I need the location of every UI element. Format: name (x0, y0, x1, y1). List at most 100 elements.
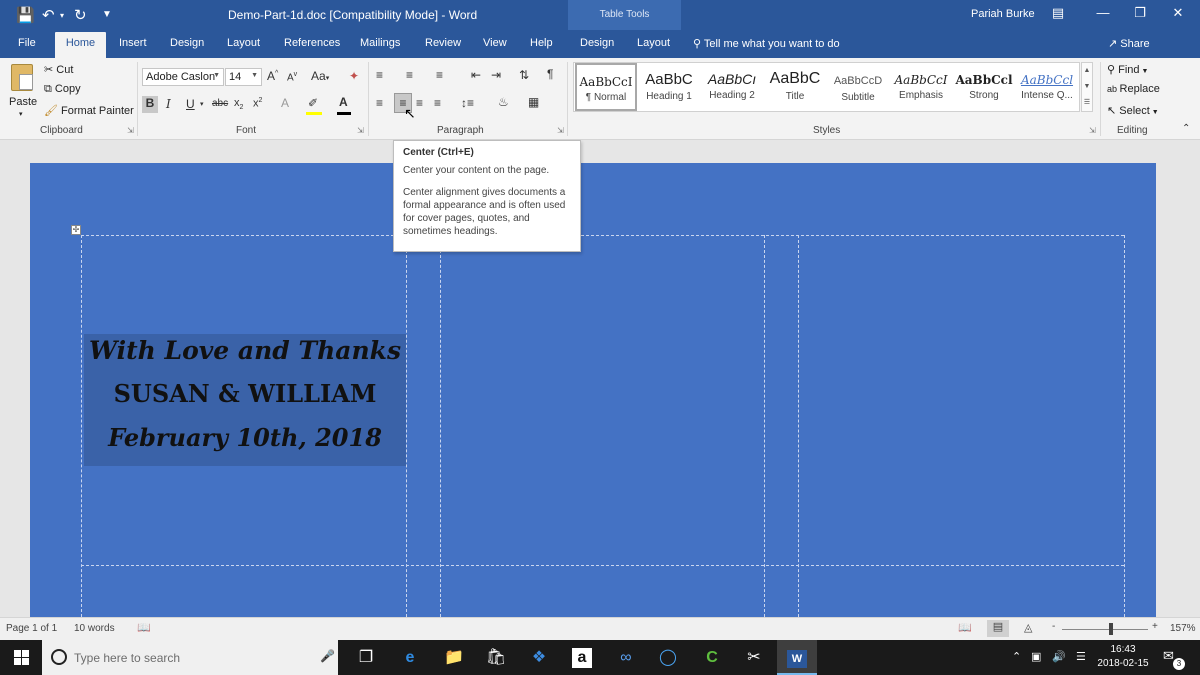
sort-icon[interactable]: ⇅ (519, 68, 529, 82)
style-normal[interactable]: AaBbCcI ¶ Normal (575, 63, 637, 111)
underline-dropdown-icon[interactable]: ▾ (200, 100, 204, 108)
tab-mailings[interactable]: Mailings (360, 37, 400, 49)
subscript-icon[interactable]: x2 (234, 97, 243, 111)
font-launcher-icon[interactable]: ⇲ (357, 126, 364, 135)
format-painter-button[interactable]: 🖌 Format Painter (44, 104, 134, 117)
battery-icon[interactable]: ▣ (1031, 650, 1041, 663)
zoom-out-button[interactable]: - (1052, 621, 1055, 632)
tab-design[interactable]: Design (170, 37, 204, 49)
style-heading-1[interactable]: AaBbC Heading 1 (638, 63, 700, 111)
tab-layout[interactable]: Layout (227, 37, 260, 49)
undo-dropdown-icon[interactable]: ▾ (60, 11, 64, 20)
clear-formatting-icon[interactable]: ✦ (349, 69, 359, 83)
bold-icon[interactable]: B (142, 96, 158, 113)
clipboard-launcher-icon[interactable]: ⇲ (127, 126, 134, 135)
numbering-icon[interactable]: ≡ (406, 68, 413, 82)
system-clock[interactable]: 16:43 2018-02-15 (1097, 643, 1149, 671)
customize-qat-icon[interactable]: ▼ (102, 9, 112, 20)
undo-icon[interactable]: ↶ (42, 6, 55, 24)
italic-icon[interactable]: I (166, 97, 171, 111)
tab-view[interactable]: View (483, 37, 507, 49)
web-layout-icon[interactable]: ◬ (1024, 621, 1032, 634)
borders-icon[interactable]: ▦ (528, 95, 539, 109)
collapse-ribbon-icon[interactable]: ⌃ (1182, 123, 1190, 134)
style-strong[interactable]: AaBbCcl Strong (953, 63, 1015, 111)
word-count[interactable]: 10 words (74, 623, 115, 634)
line-spacing-icon[interactable]: ↕≡ (461, 96, 474, 110)
volume-icon[interactable]: 🔊 (1052, 650, 1066, 663)
save-icon[interactable]: 💾 (16, 6, 35, 24)
infinity-app-icon[interactable]: ∞ (606, 640, 646, 675)
minimize-icon[interactable]: — (1093, 5, 1113, 20)
cut-button[interactable]: ✂ Cut (44, 63, 73, 76)
dropbox-icon[interactable]: ❖ (519, 640, 559, 675)
skype-icon[interactable]: ◯ (648, 640, 688, 675)
windows-start-icon[interactable] (14, 650, 29, 665)
style-emphasis[interactable]: AaBbCcI Emphasis (890, 63, 952, 111)
style-title[interactable]: AaBbC Title (764, 63, 826, 111)
share-button[interactable]: ↗ Share (1108, 37, 1150, 50)
select-button[interactable]: ↖ Select ▼ (1107, 104, 1159, 117)
font-size-select[interactable]: 14 ▼ (225, 68, 262, 86)
text-line-names[interactable]: SUSAN & WILLIAM (84, 379, 406, 408)
taskbar-search[interactable]: Type here to search 🎤 (42, 640, 338, 675)
style-subtitle[interactable]: AaBbCcD Subtitle (827, 63, 889, 111)
microphone-icon[interactable]: 🎤 (320, 649, 335, 663)
increase-indent-icon[interactable]: ⇥ (491, 68, 501, 82)
justify-icon[interactable]: ≡ (434, 96, 441, 110)
align-left-icon[interactable]: ≡ (376, 96, 383, 110)
text-line-greeting[interactable]: With Love and Thanks (84, 336, 406, 365)
align-right-icon[interactable]: ≡ (416, 96, 423, 110)
styles-launcher-icon[interactable]: ⇲ (1089, 126, 1096, 135)
tab-file[interactable]: File (18, 37, 36, 49)
store-icon[interactable]: 🛍 (476, 640, 516, 675)
find-button[interactable]: ⚲ Find ▼ (1107, 63, 1148, 76)
underline-icon[interactable]: U (186, 97, 195, 111)
zoom-in-button[interactable]: + (1152, 621, 1158, 632)
zoom-slider[interactable] (1062, 629, 1148, 630)
decrease-indent-icon[interactable]: ⇤ (471, 68, 481, 82)
style-heading-2[interactable]: AaBbCı Heading 2 (701, 63, 763, 111)
snipping-tool-icon[interactable]: ✂ (734, 640, 774, 675)
font-color-icon[interactable]: A (339, 95, 348, 109)
paragraph-launcher-icon[interactable]: ⇲ (557, 126, 564, 135)
proofing-icon[interactable]: 📖 (137, 621, 151, 634)
superscript-icon[interactable]: x2 (253, 97, 262, 110)
tab-table-layout[interactable]: Layout (637, 37, 670, 49)
read-mode-icon[interactable]: 📖 (958, 621, 972, 634)
show-formatting-icon[interactable]: ¶ (547, 67, 553, 81)
task-view-icon[interactable]: ❐ (346, 640, 386, 675)
shading-icon[interactable]: ♨ (498, 95, 509, 109)
bullets-icon[interactable]: ≡ (376, 68, 383, 82)
user-name[interactable]: Pariah Burke (971, 8, 1035, 20)
word-taskbar-icon[interactable]: W (777, 640, 817, 675)
page-count[interactable]: Page 1 of 1 (6, 623, 57, 634)
zoom-level[interactable]: 157% (1170, 623, 1196, 634)
replace-button[interactable]: ab Replace (1107, 83, 1160, 95)
change-case-icon[interactable]: Aa▾ (311, 69, 329, 83)
tab-home[interactable]: Home (55, 32, 106, 58)
copy-button[interactable]: ⧉ Copy (44, 83, 81, 96)
close-icon[interactable]: ✕ (1168, 5, 1188, 21)
camtasia-icon[interactable]: C (692, 640, 732, 675)
paste-button[interactable]: Paste ▾ (6, 62, 38, 120)
tab-table-design[interactable]: Design (580, 37, 614, 49)
text-line-date[interactable]: February 10th, 2018 (84, 423, 406, 452)
multilevel-list-icon[interactable]: ≡ (436, 68, 443, 82)
shrink-font-icon[interactable]: Av (287, 71, 297, 83)
tab-insert[interactable]: Insert (119, 37, 147, 49)
file-explorer-icon[interactable]: 📁 (434, 640, 474, 675)
redo-icon[interactable]: ↻ (74, 6, 87, 24)
print-layout-icon[interactable]: ▤ (987, 620, 1009, 637)
show-hidden-icons-icon[interactable]: ⌃ (1012, 650, 1021, 663)
zoom-slider-thumb[interactable] (1109, 623, 1113, 635)
tell-me-search[interactable]: ⚲ Tell me what you want to do (693, 37, 840, 50)
font-family-select[interactable]: Adobe Caslon ▼ (142, 68, 224, 86)
strikethrough-icon[interactable]: abc (212, 98, 228, 109)
tab-review[interactable]: Review (425, 37, 461, 49)
wifi-icon[interactable]: ☰ (1076, 650, 1086, 663)
grow-font-icon[interactable]: A^ (267, 69, 278, 83)
tab-references[interactable]: References (284, 37, 340, 49)
highlight-icon[interactable]: ✐ (308, 96, 318, 110)
style-intense-quote[interactable]: AaBbCcl Intense Q... (1016, 63, 1078, 111)
